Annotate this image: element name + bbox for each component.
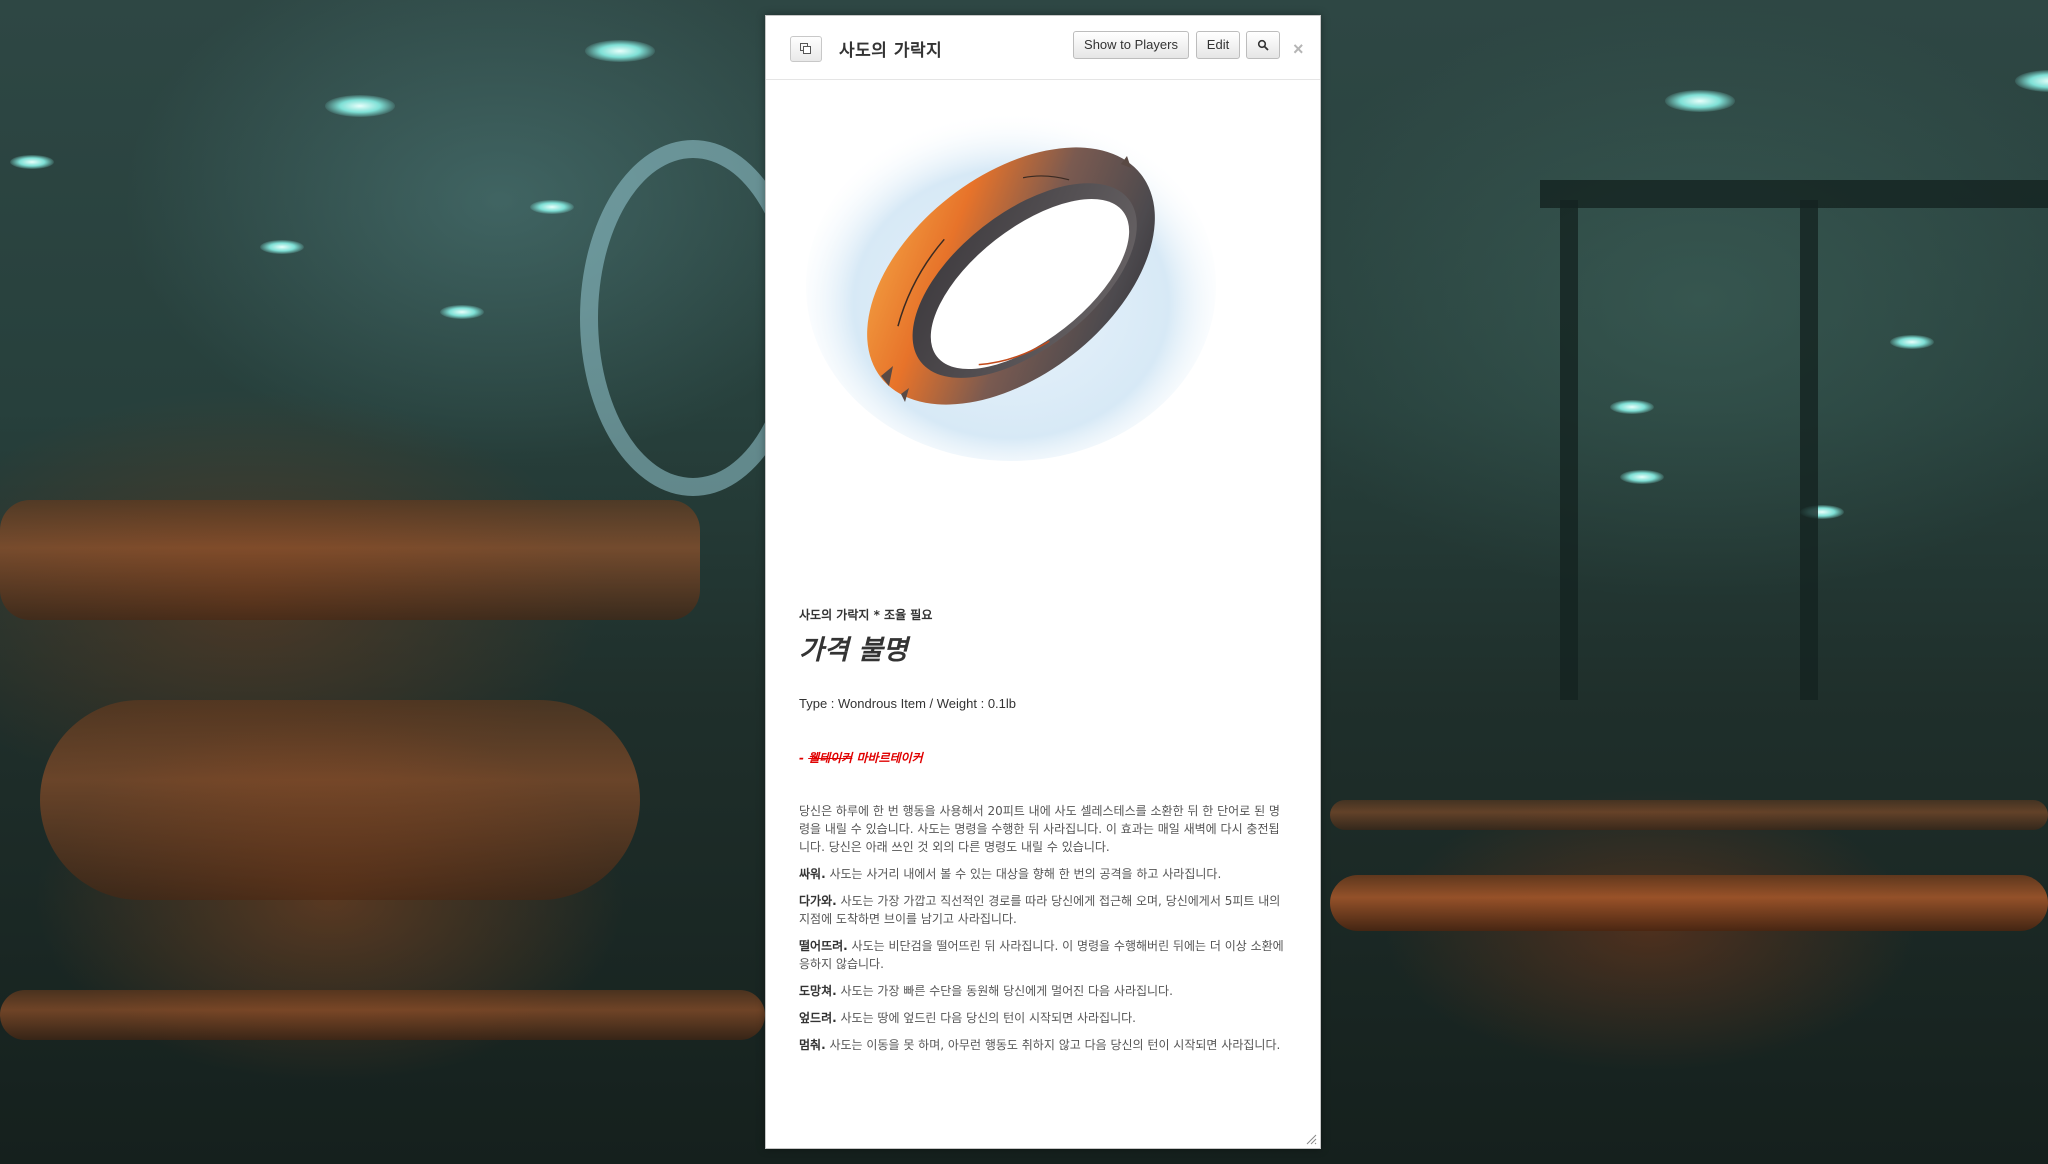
lamp (1665, 90, 1735, 112)
show-to-players-button[interactable]: Show to Players (1073, 31, 1189, 59)
command-item: 멈춰. 사도는 이동을 못 하며, 아무런 행동도 취하지 않고 다음 당신의 … (799, 1036, 1289, 1054)
command-term: 싸워. (799, 867, 826, 881)
command-term: 멈춰. (799, 1038, 826, 1052)
girder (1540, 180, 2048, 208)
lamp (325, 95, 395, 117)
command-term: 도망쳐. (799, 984, 837, 998)
pipe (0, 990, 765, 1040)
command-item: 엎드려. 사도는 땅에 엎드린 다음 당신의 턴이 시작되면 사라집니다. (799, 1009, 1289, 1027)
item-owner-line: - 웰테이커 마바르테이커 (799, 749, 923, 766)
lamp (1610, 400, 1654, 414)
edit-button[interactable]: Edit (1196, 31, 1240, 59)
item-price: 가격 불명 (799, 635, 908, 666)
command-text: 사도는 이동을 못 하며, 아무런 행동도 취하지 않고 다음 당신의 턴이 시… (825, 1038, 1281, 1052)
lamp (10, 155, 54, 169)
girder (1560, 200, 1578, 700)
command-item: 싸워. 사도는 사거리 내에서 볼 수 있는 대상을 향해 한 번의 공격을 하… (799, 865, 1289, 883)
command-item: 떨어뜨려. 사도는 비단검을 떨어뜨린 뒤 사라집니다. 이 명령을 수행해버린… (799, 937, 1289, 973)
command-term: 다가와. (799, 894, 837, 908)
item-type-line: Type : Wondrous Item / Weight : 0.1lb (799, 696, 1017, 711)
lamp (1890, 335, 1934, 349)
lamp (440, 305, 484, 319)
item-name-line: 사도의 가락지 * 조율 필요 (799, 608, 933, 622)
popout-icon (800, 43, 811, 54)
resize-handle-icon[interactable] (1305, 1133, 1317, 1145)
command-term: 떨어뜨려. (799, 939, 848, 953)
owner-name: 마바르테이커 (852, 751, 923, 765)
command-text: 사도는 비단검을 떨어뜨린 뒤 사라집니다. 이 명령을 수행해버린 뒤에는 더… (799, 939, 1284, 971)
command-text: 사도는 가장 가깝고 직선적인 경로를 따라 당신에게 접근해 오며, 당신에게… (799, 894, 1281, 926)
pipe (1330, 800, 2048, 830)
popout-button[interactable] (790, 36, 822, 62)
machine (0, 500, 700, 620)
description-intro: 당신은 하루에 한 번 행동을 사용해서 20피트 내에 사도 셀레스테스를 소… (799, 804, 1280, 854)
lamp (585, 40, 655, 62)
dialog-title: 사도의 가락지 (839, 41, 943, 61)
item-description: 당신은 하루에 한 번 행동을 사용해서 20피트 내에 사도 셀레스테스를 소… (799, 802, 1289, 1063)
command-text: 사도는 가장 빠른 수단을 동원해 당신에게 멀어진 다음 사라집니다. (836, 984, 1173, 998)
command-term: 엎드려. (799, 1011, 837, 1025)
close-button[interactable]: × (1293, 39, 1304, 60)
lamp (530, 200, 574, 214)
lamp (2015, 70, 2048, 92)
command-item: 도망쳐. 사도는 가장 빠른 수단을 동원해 당신에게 멀어진 다음 사라집니다… (799, 982, 1289, 1000)
command-text: 사도는 사거리 내에서 볼 수 있는 대상을 향해 한 번의 공격을 하고 사라… (825, 867, 1222, 881)
owner-struck: 웰테이커 (808, 751, 853, 765)
ring-image (806, 111, 1216, 461)
lamp (260, 240, 304, 254)
dialog-titlebar[interactable]: 사도의 가락지 Show to Players Edit × (766, 16, 1320, 80)
magnifier-icon (1257, 39, 1269, 51)
lamp (1620, 470, 1664, 484)
item-dialog: 사도의 가락지 Show to Players Edit × 사도의 가락지 *… (765, 15, 1321, 1149)
girder (1800, 200, 1818, 700)
pipe (1330, 875, 2048, 931)
search-button[interactable] (1246, 31, 1280, 59)
command-item: 다가와. 사도는 가장 가깝고 직선적인 경로를 따라 당신에게 접근해 오며,… (799, 892, 1289, 928)
command-text: 사도는 땅에 엎드린 다음 당신의 턴이 시작되면 사라집니다. (836, 1011, 1136, 1025)
owner-prefix: - (799, 751, 809, 765)
machine (40, 700, 640, 900)
